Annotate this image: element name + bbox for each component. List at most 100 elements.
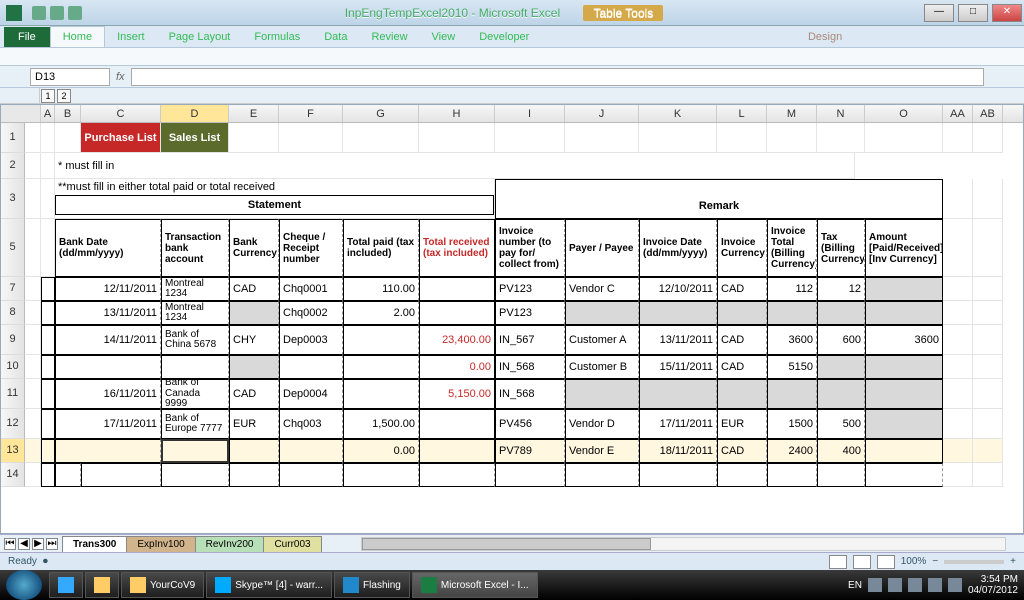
cell[interactable] bbox=[279, 463, 343, 487]
outline-stub[interactable] bbox=[25, 439, 41, 463]
clock[interactable]: 3:54 PM04/07/2012 bbox=[968, 574, 1018, 596]
outline-stub[interactable] bbox=[25, 463, 41, 487]
cell[interactable] bbox=[973, 409, 1003, 439]
cell-inv-date[interactable]: 17/11/2011 bbox=[639, 409, 717, 439]
row-header[interactable]: 2 bbox=[1, 153, 25, 179]
cell-inv-curr[interactable] bbox=[717, 379, 767, 409]
zoom-in-icon[interactable]: + bbox=[1010, 556, 1016, 567]
outline-stub[interactable] bbox=[25, 179, 41, 219]
cell-bank-curr[interactable]: EUR bbox=[229, 409, 279, 439]
tab-developer[interactable]: Developer bbox=[467, 27, 541, 47]
column-headers[interactable]: A B C D E F G H I J K L M N O AA AB bbox=[1, 105, 1023, 123]
cell[interactable] bbox=[41, 379, 55, 409]
cell-inv-total[interactable] bbox=[767, 379, 817, 409]
cell-total-paid[interactable]: 0.00 bbox=[343, 439, 419, 463]
cell[interactable] bbox=[41, 463, 55, 487]
row-header[interactable]: 7 bbox=[1, 277, 25, 301]
cell-trans-acct[interactable]: Bank of Europe 7777 bbox=[161, 409, 229, 439]
cell[interactable] bbox=[41, 123, 55, 153]
cell-inv-no[interactable]: PV123 bbox=[495, 277, 565, 301]
outline-stub[interactable] bbox=[25, 153, 41, 179]
formula-bar[interactable] bbox=[131, 68, 984, 86]
cell[interactable] bbox=[41, 219, 55, 277]
outline-stub[interactable] bbox=[25, 219, 41, 277]
row-header[interactable]: 11 bbox=[1, 379, 25, 409]
cell-inv-no[interactable]: IN_567 bbox=[495, 325, 565, 355]
cell[interactable] bbox=[973, 219, 1003, 277]
network-icon[interactable] bbox=[928, 578, 942, 592]
cell[interactable] bbox=[343, 123, 419, 153]
outline-stub[interactable] bbox=[25, 355, 41, 379]
volume-icon[interactable] bbox=[948, 578, 962, 592]
cell-payer[interactable]: Vendor C bbox=[565, 277, 639, 301]
worksheet[interactable]: A B C D E F G H I J K L M N O AA AB 1 Pur… bbox=[0, 104, 1024, 534]
tab-design[interactable]: Design bbox=[796, 27, 854, 47]
quick-access-toolbar[interactable] bbox=[28, 6, 86, 20]
cell-tax[interactable]: 600 bbox=[817, 325, 865, 355]
row-header[interactable]: 8 bbox=[1, 301, 25, 325]
cell-bank-date[interactable] bbox=[55, 355, 161, 379]
cell[interactable] bbox=[41, 153, 55, 179]
cell[interactable] bbox=[81, 463, 161, 487]
outline-stub[interactable] bbox=[25, 325, 41, 355]
cell-inv-total[interactable] bbox=[767, 301, 817, 325]
sales-list-button[interactable]: Sales List bbox=[161, 123, 229, 153]
cell-inv-no[interactable]: PV456 bbox=[495, 409, 565, 439]
name-box[interactable]: D13 bbox=[30, 68, 110, 86]
cell-amount[interactable] bbox=[865, 301, 943, 325]
cell[interactable] bbox=[55, 123, 81, 153]
fx-icon[interactable]: fx bbox=[116, 71, 125, 83]
cell[interactable] bbox=[943, 409, 973, 439]
view-layout-icon[interactable] bbox=[853, 555, 871, 569]
cell-inv-curr[interactable]: CAD bbox=[717, 439, 767, 463]
cell[interactable] bbox=[343, 463, 419, 487]
cell[interactable] bbox=[973, 439, 1003, 463]
start-button[interactable] bbox=[6, 570, 42, 600]
cell[interactable] bbox=[717, 463, 767, 487]
cell-inv-curr[interactable]: CAD bbox=[717, 277, 767, 301]
cell-inv-curr[interactable]: CAD bbox=[717, 325, 767, 355]
tray-icon[interactable] bbox=[868, 578, 882, 592]
purchase-list-button[interactable]: Purchase List bbox=[81, 123, 161, 153]
tray-icon[interactable] bbox=[888, 578, 902, 592]
cell-amount[interactable]: 3600 bbox=[865, 325, 943, 355]
row-header[interactable]: 12 bbox=[1, 409, 25, 439]
cell[interactable] bbox=[41, 301, 55, 325]
cell-trans-acct[interactable] bbox=[161, 355, 229, 379]
cell-cheque[interactable]: Chq0001 bbox=[279, 277, 343, 301]
cell[interactable] bbox=[973, 277, 1003, 301]
cell-cheque[interactable] bbox=[279, 355, 343, 379]
cell[interactable] bbox=[279, 123, 343, 153]
cell[interactable] bbox=[639, 123, 717, 153]
cell-inv-total[interactable]: 5150 bbox=[767, 355, 817, 379]
cell-inv-date[interactable] bbox=[639, 379, 717, 409]
row-header[interactable]: 3 bbox=[1, 179, 25, 219]
cell-total-recv[interactable] bbox=[419, 301, 495, 325]
record-macro-icon[interactable]: ⏺ bbox=[43, 556, 48, 567]
cell-total-paid[interactable] bbox=[343, 379, 419, 409]
cell[interactable] bbox=[41, 325, 55, 355]
cell-total-recv[interactable] bbox=[419, 409, 495, 439]
cell[interactable] bbox=[973, 463, 1003, 487]
cell-bank-curr[interactable] bbox=[229, 355, 279, 379]
row-header[interactable]: 1 bbox=[1, 123, 25, 153]
sheet-tab-revinv200[interactable]: RevInv200 bbox=[195, 536, 265, 552]
cell-trans-acct[interactable]: Montreal 1234 bbox=[161, 277, 229, 301]
cell[interactable] bbox=[767, 123, 817, 153]
cell-inv-no[interactable]: PV789 bbox=[495, 439, 565, 463]
outline-level-1[interactable]: 1 bbox=[41, 89, 55, 103]
tray-lang[interactable]: EN bbox=[848, 580, 862, 591]
cell[interactable] bbox=[973, 179, 1003, 219]
cell-cheque[interactable]: Chq0002 bbox=[279, 301, 343, 325]
cell-inv-date[interactable]: 12/10/2011 bbox=[639, 277, 717, 301]
system-tray[interactable]: EN 3:54 PM04/07/2012 bbox=[842, 574, 1024, 596]
cell[interactable] bbox=[943, 219, 973, 277]
cell[interactable] bbox=[495, 463, 565, 487]
cell-inv-curr[interactable]: EUR bbox=[717, 409, 767, 439]
cell-amount[interactable] bbox=[865, 355, 943, 379]
cell-bank-curr[interactable]: CAD bbox=[229, 277, 279, 301]
tab-data[interactable]: Data bbox=[312, 27, 359, 47]
cell-bank-date[interactable]: 12/11/2011 bbox=[55, 277, 161, 301]
outline-stub[interactable] bbox=[25, 123, 41, 153]
cell-total-paid[interactable] bbox=[343, 325, 419, 355]
